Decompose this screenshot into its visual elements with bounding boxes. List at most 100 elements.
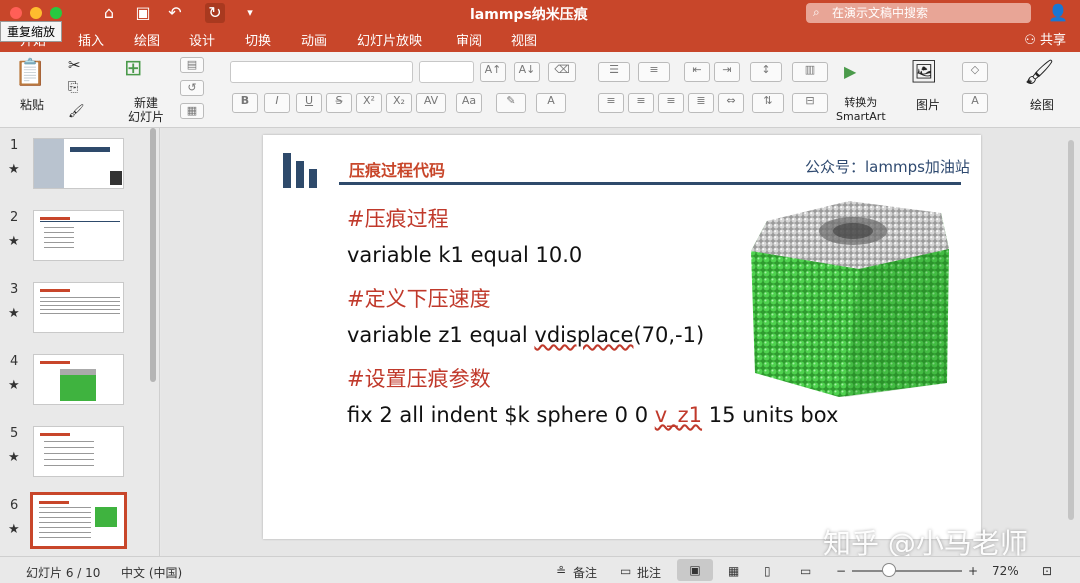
textbox-icon[interactable]: A [962,93,988,113]
columns-icon[interactable]: ▥ [792,62,828,82]
reading-view-icon[interactable]: ▯ [764,564,771,578]
code-text: variable z1 equal [347,323,535,347]
notes-icon[interactable]: ≗ [556,564,566,578]
notes-button[interactable]: 备注 [573,564,597,581]
decrease-indent-icon[interactable]: ⇤ [684,62,710,82]
close-window-button[interactable] [10,7,22,19]
tab-draw[interactable]: 绘图 [134,30,160,49]
paste-icon[interactable]: 📋 [14,58,46,88]
zoom-slider-thumb[interactable] [882,563,896,577]
strikethrough-icon[interactable]: S̶ [326,93,352,113]
line-spacing-icon[interactable]: ↕ [750,62,782,82]
thumb-number: 6 [10,498,19,513]
undo-icon[interactable]: ↶ [165,3,185,23]
slide-thumbnail-5[interactable] [33,426,124,477]
document-title: lammps纳米压痕 [470,7,588,23]
thumbnail-scrollbar[interactable] [150,128,156,382]
code-text: v_z1 [654,403,703,427]
code-comment: #压痕过程 [347,207,449,231]
slide[interactable]: 压痕过程代码 公众号：lammps加油站 #压痕过程 variable k1 e… [263,135,981,539]
cut-icon[interactable]: ✂ [68,56,81,74]
zoom-in-icon[interactable]: + [968,564,978,578]
section-icon[interactable]: ▦ [180,103,204,119]
normal-view-icon[interactable]: ▣ [677,559,713,581]
picture-icon[interactable]: 🖼 [910,60,938,85]
status-bar: 幻灯片 6 / 10 中文 (中国) ≗ 备注 ▭ 批注 ▣ ▦ ▯ ▭ − +… [0,556,1080,583]
distribute-icon[interactable]: ⇔ [718,93,744,113]
slide-thumbnail-3[interactable] [33,282,124,333]
account-icon[interactable]: 👤 [1048,3,1068,22]
share-button[interactable]: ⚇ 共享 [1024,29,1066,48]
draw-label[interactable]: 绘图 [1030,96,1054,113]
comments-button[interactable]: 批注 [637,564,661,581]
canvas-scrollbar[interactable] [1068,140,1074,520]
highlight-icon[interactable]: ✎ [496,93,526,113]
char-spacing-icon[interactable]: AV [416,93,446,113]
slideshow-icon[interactable]: ▭ [800,564,811,578]
clear-format-icon[interactable]: ⌫ [548,62,576,82]
align-right-icon[interactable]: ≡ [658,93,684,113]
font-name-select[interactable] [230,61,413,83]
tab-transitions[interactable]: 切换 [245,30,271,49]
font-color-icon[interactable]: A [536,93,566,113]
tab-review[interactable]: 审阅 [456,30,482,49]
increase-font-icon[interactable]: A↑ [480,62,506,82]
code-comment: #设置压痕参数 [347,367,491,391]
search-input[interactable]: 在演示文稿中搜索 [806,3,1031,23]
underline-icon[interactable]: U [296,93,322,113]
star-icon: ★ [8,306,20,321]
comments-icon[interactable]: ▭ [620,564,631,578]
tab-animations[interactable]: 动画 [301,30,327,49]
home-icon[interactable]: ⌂ [99,3,119,23]
save-icon[interactable]: ▣ [133,3,153,23]
change-case-icon[interactable]: Aa [456,93,482,113]
align-left-icon[interactable]: ≡ [598,93,624,113]
font-size-select[interactable] [419,61,474,83]
fit-to-window-icon[interactable]: ⊡ [1042,564,1052,578]
picture-label[interactable]: 图片 [916,96,940,113]
customize-toolbar-icon[interactable]: ▾ [240,3,260,23]
layout-icon[interactable]: ▤ [180,57,204,73]
reset-icon[interactable]: ↺ [180,80,204,96]
align-text-icon[interactable]: ⊟ [792,93,828,113]
draw-icon[interactable]: 🖌 [1024,58,1054,86]
slide-thumbnail-2[interactable] [33,210,124,261]
new-slide-label[interactable]: 新建 幻灯片 [128,96,164,124]
align-center-icon[interactable]: ≡ [628,93,654,113]
zoom-window-button[interactable] [50,7,62,19]
language-indicator[interactable]: 中文 (中国) [121,564,182,581]
code-text: fix 2 all indent $k sphere 0 0 [347,403,655,427]
paste-label[interactable]: 粘贴 [20,96,44,113]
smartart-icon[interactable]: ▶ [844,62,856,81]
slide-thumbnail-4[interactable] [33,354,124,405]
smartart-label[interactable]: 转换为 SmartArt [836,96,886,124]
superscript-icon[interactable]: X² [356,93,382,113]
redo-icon[interactable]: ↻ [205,3,225,23]
justify-icon[interactable]: ≣ [688,93,714,113]
share-label: 共享 [1039,33,1066,48]
bold-icon[interactable]: B [232,93,258,113]
zoom-out-icon[interactable]: − [836,564,846,578]
title-bar: ⌂ ▣ ↶ ↻ ▾ lammps纳米压痕 在演示文稿中搜索 ⌕ 👤 [0,0,1080,26]
slide-thumbnail-6[interactable] [30,492,127,549]
subscript-icon[interactable]: X₂ [386,93,412,113]
slide-thumbnail-1[interactable] [33,138,124,189]
tab-design[interactable]: 设计 [189,30,215,49]
zoom-slider-track[interactable] [852,570,962,572]
zoom-level[interactable]: 72% [992,564,1019,578]
numbering-icon[interactable]: ≡ [638,62,670,82]
tab-view[interactable]: 视图 [511,30,537,49]
format-painter-icon[interactable]: 🖌 [68,104,85,119]
minimize-window-button[interactable] [30,7,42,19]
decrease-font-icon[interactable]: A↓ [514,62,540,82]
bullets-icon[interactable]: ☰ [598,62,630,82]
new-slide-icon[interactable]: ⊞ [124,56,142,81]
shapes-icon[interactable]: ◇ [962,62,988,82]
copy-icon[interactable]: ⎘ [68,80,78,95]
italic-icon[interactable]: I [264,93,290,113]
tab-slideshow[interactable]: 幻灯片放映 [357,30,422,49]
text-direction-icon[interactable]: ⇅ [752,93,784,113]
increase-indent-icon[interactable]: ⇥ [714,62,740,82]
slide-sorter-icon[interactable]: ▦ [728,564,739,578]
tab-insert[interactable]: 插入 [78,30,104,49]
